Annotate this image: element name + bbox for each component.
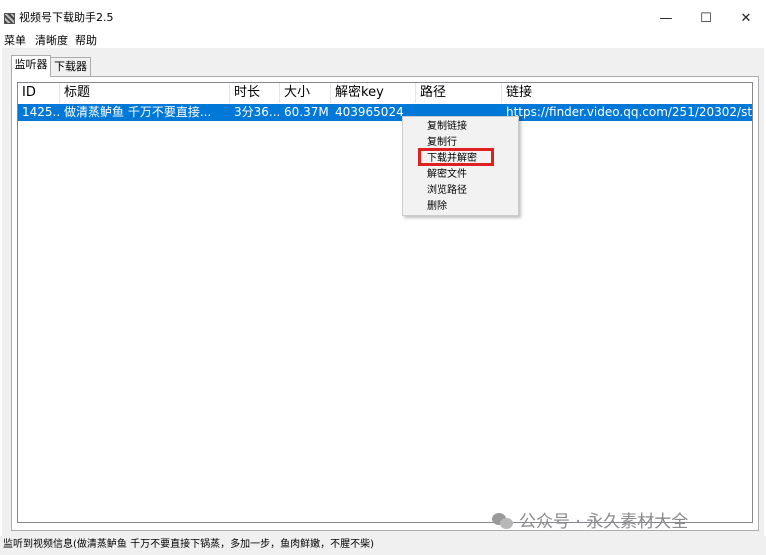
- cell-link: https://finder.video.qq.com/251/20302/st…: [506, 105, 752, 119]
- table-row[interactable]: 1425... 做清蒸鲈鱼 千万不要直接... 3分36... 60.37M 4…: [18, 104, 752, 121]
- column-header-size[interactable]: 大小: [280, 83, 331, 103]
- tab-panel-listener: ID 标题 时长 大小 解密key 路径 链接 1425... 做清蒸鲈鱼 千万…: [11, 76, 759, 531]
- window-title: 视频号下载助手2.5: [19, 11, 114, 24]
- cell-title: 做清蒸鲈鱼 千万不要直接...: [64, 105, 212, 119]
- menu-item-help[interactable]: 帮助: [75, 33, 97, 49]
- close-button[interactable]: ✕: [726, 6, 766, 32]
- title-bar: 视频号下载助手2.5 — ☐ ✕: [0, 0, 766, 30]
- watermark: 公众号 · 永久素材大全: [492, 510, 688, 534]
- column-header-path[interactable]: 路径: [416, 83, 502, 103]
- column-header-link[interactable]: 链接: [502, 83, 752, 103]
- context-item-decrypt-file[interactable]: 解密文件: [427, 168, 467, 181]
- context-menu: 复制链接 复制行 下载并解密 解密文件 浏览路径 删除: [402, 116, 519, 216]
- context-item-copy-link[interactable]: 复制链接: [427, 120, 467, 133]
- cell-id: 1425...: [22, 105, 60, 119]
- menu-item-quality[interactable]: 清晰度: [35, 33, 68, 49]
- context-item-delete[interactable]: 删除: [427, 200, 447, 213]
- tab-downloader[interactable]: 下载器: [51, 57, 91, 77]
- context-item-browse-path[interactable]: 浏览路径: [427, 184, 467, 197]
- column-header-title[interactable]: 标题: [60, 83, 230, 103]
- cell-duration: 3分36...: [234, 105, 280, 119]
- column-header-duration[interactable]: 时长: [230, 83, 280, 103]
- minimize-button[interactable]: —: [646, 6, 686, 32]
- cell-size: 60.37M: [284, 105, 329, 119]
- client-area: 监听器 下载器 ID 标题 时长 大小 解密key 路径 链接 1425... …: [2, 48, 764, 536]
- status-bar: 监听到视频信息(做清蒸鲈鱼 千万不要直接下锅蒸，多加一步，鱼肉鲜嫩，不腥不柴): [0, 536, 766, 555]
- column-header-key[interactable]: 解密key: [331, 83, 416, 103]
- maximize-button[interactable]: ☐: [686, 6, 726, 32]
- tab-listener[interactable]: 监听器: [11, 55, 51, 77]
- app-icon: [4, 13, 15, 24]
- wechat-icon: [492, 513, 514, 529]
- video-list[interactable]: ID 标题 时长 大小 解密key 路径 链接 1425... 做清蒸鲈鱼 千万…: [17, 82, 753, 523]
- highlight-box: [418, 148, 494, 166]
- menu-item-menu[interactable]: 菜单: [4, 33, 26, 49]
- column-header-id[interactable]: ID: [18, 83, 60, 103]
- watermark-text: 公众号 · 永久素材大全: [519, 512, 689, 532]
- list-header: ID 标题 时长 大小 解密key 路径 链接: [18, 83, 752, 103]
